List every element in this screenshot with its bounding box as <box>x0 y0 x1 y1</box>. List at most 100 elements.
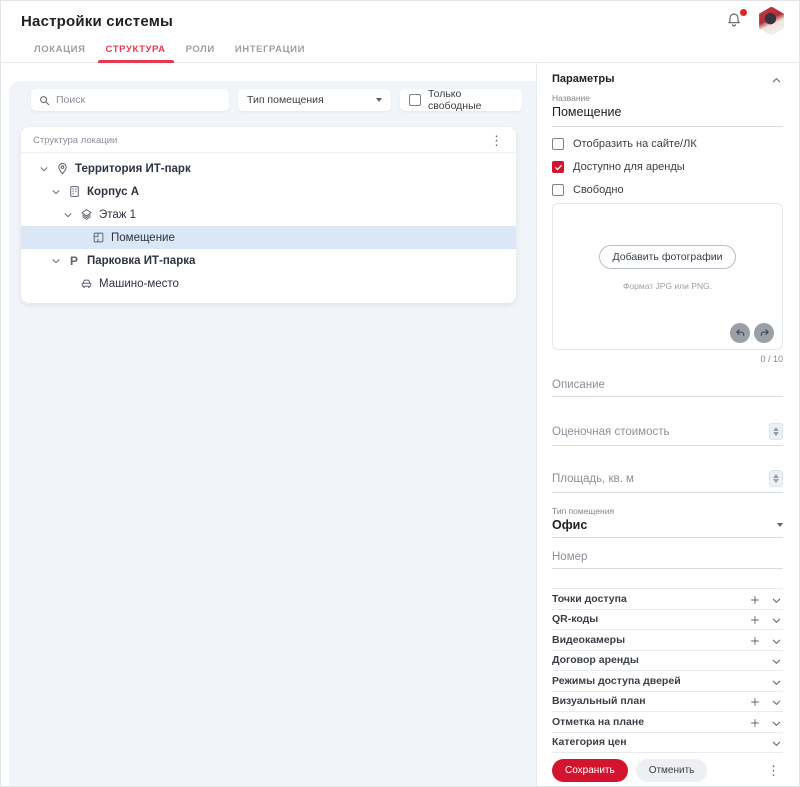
room-type-select[interactable]: Тип помещения Офис <box>552 506 783 538</box>
tree-item-room-selected[interactable]: Помещение <box>21 226 516 249</box>
photo-upload-area[interactable]: Добавить фотографии Формат JPG или PNG. <box>552 203 783 350</box>
room-icon <box>91 231 105 245</box>
number-field <box>552 551 783 569</box>
tab-bar: ЛОКАЦИЯ СТРУКТУРА РОЛИ ИНТЕГРАЦИИ <box>1 41 799 63</box>
add-photos-button[interactable]: Добавить фотографии <box>598 244 737 269</box>
search-input[interactable] <box>56 94 221 106</box>
tree-item-territory[interactable]: Территория ИТ-парк <box>21 157 516 180</box>
tree-item-parking[interactable]: P Парковка ИТ-парка <box>21 249 516 272</box>
actions-kebab-icon[interactable]: ⋮ <box>764 764 783 777</box>
search-icon <box>40 95 50 105</box>
top-header: Настройки системы <box>1 1 799 41</box>
page-title: Настройки системы <box>21 12 174 30</box>
notifications-button[interactable] <box>726 9 747 30</box>
parameters-panel: Параметры Название Отобразить на сайте/Л… <box>536 63 799 786</box>
area-input[interactable] <box>552 472 769 485</box>
name-input[interactable] <box>552 105 783 119</box>
accordion-label: Режимы доступа дверей <box>552 674 681 687</box>
accordion-plan-marker[interactable]: Отметка на плане <box>552 712 783 733</box>
chevron-down-icon[interactable] <box>771 675 783 687</box>
redo-button[interactable] <box>754 323 774 343</box>
chevron-down-icon[interactable] <box>771 654 783 666</box>
tree-menu-kebab-icon[interactable]: ⋮ <box>487 134 506 147</box>
description-input[interactable] <box>552 379 783 391</box>
structure-panel: Тип помещения Только свободные Структура… <box>9 81 536 786</box>
check-icon <box>554 164 562 170</box>
show-on-site-row[interactable]: Отобразить на сайте/ЛК <box>552 138 783 150</box>
tab-location[interactable]: ЛОКАЦИЯ <box>24 44 96 62</box>
chevron-down-icon[interactable] <box>51 185 64 198</box>
undo-icon <box>735 328 744 336</box>
tab-structure[interactable]: СТРУКТУРА <box>96 44 176 63</box>
avatar[interactable] <box>759 6 784 36</box>
tree-item-floor-1[interactable]: Этаж 1 <box>21 203 516 226</box>
only-free-filter[interactable]: Только свободные <box>400 88 522 112</box>
chevron-down-icon[interactable] <box>771 716 783 728</box>
undo-button[interactable] <box>730 323 750 343</box>
free-checkbox[interactable] <box>552 184 564 196</box>
show-on-site-checkbox[interactable] <box>552 138 564 150</box>
available-for-rent-checkbox[interactable] <box>552 161 564 173</box>
chevron-down-icon[interactable] <box>39 162 52 175</box>
number-stepper[interactable] <box>769 470 783 487</box>
accordion-cameras[interactable]: Видеокамеры <box>552 630 783 651</box>
room-type-label: Тип помещения <box>552 506 615 516</box>
tree-header: Структура локации ⋮ <box>21 127 516 153</box>
chevron-down-icon[interactable] <box>63 208 76 221</box>
accordion-access-points[interactable]: Точки доступа <box>552 589 783 610</box>
number-input[interactable] <box>552 551 783 563</box>
tree-item-label: Помещение <box>111 231 175 244</box>
tab-integrations[interactable]: ИНТЕГРАЦИИ <box>225 44 315 62</box>
area-field <box>552 470 783 493</box>
chevron-down-icon[interactable] <box>771 695 783 707</box>
accordion-visual-plan[interactable]: Визуальный план <box>552 692 783 712</box>
tree-item-label: Машино-место <box>99 277 179 290</box>
add-icon[interactable] <box>749 695 761 707</box>
save-button[interactable]: Сохранить <box>552 759 628 782</box>
chevron-down-icon[interactable] <box>771 593 783 605</box>
chevron-down-icon[interactable] <box>771 613 783 625</box>
accordion-label: Категория цен <box>552 736 627 749</box>
tab-roles[interactable]: РОЛИ <box>176 44 225 62</box>
tree-item-building-a[interactable]: Корпус А <box>21 180 516 203</box>
redo-icon <box>760 328 769 336</box>
only-free-label: Только свободные <box>428 88 482 112</box>
structure-section: Тип помещения Только свободные Структура… <box>1 63 536 786</box>
free-row[interactable]: Свободно <box>552 184 783 196</box>
number-stepper[interactable] <box>769 423 783 440</box>
cancel-button[interactable]: Отменить <box>635 759 708 782</box>
estimated-cost-field <box>552 423 783 446</box>
chevron-down-icon[interactable] <box>771 634 783 646</box>
location-pin-icon <box>55 162 69 176</box>
accordion-price-category[interactable]: Категория цен <box>552 733 783 753</box>
chevron-down-icon[interactable] <box>51 254 64 267</box>
chevron-down-icon <box>376 98 382 102</box>
checkbox-label: Свободно <box>573 184 624 196</box>
tree-item-label: Корпус А <box>87 185 140 198</box>
chevron-down-icon[interactable] <box>771 736 783 748</box>
search-input-box[interactable] <box>31 89 229 111</box>
add-icon[interactable] <box>749 593 761 605</box>
name-field-label: Название <box>552 93 590 103</box>
add-icon[interactable] <box>749 716 761 728</box>
form-actions: Сохранить Отменить ⋮ <box>552 759 783 782</box>
parking-icon: P <box>69 253 78 268</box>
tree-item-parking-space[interactable]: Машино-место <box>21 272 516 295</box>
add-icon[interactable] <box>749 634 761 646</box>
tree: Территория ИТ-парк Корпус А Этаж 1 Помещ… <box>21 153 516 295</box>
collapse-chevron-up-icon[interactable] <box>771 73 783 85</box>
system-settings-page: Настройки системы ЛОКАЦИЯ СТРУКТУРА РОЛИ… <box>0 0 800 787</box>
available-for-rent-row[interactable]: Доступно для аренды <box>552 161 783 173</box>
filter-row: Тип помещения Только свободные <box>9 81 536 112</box>
add-icon[interactable] <box>749 613 761 625</box>
checkbox-label: Отобразить на сайте/ЛК <box>573 138 697 150</box>
room-type-filter[interactable]: Тип помещения <box>238 89 391 111</box>
accordion-lease-contract[interactable]: Договор аренды <box>552 651 783 671</box>
accordion-qr-codes[interactable]: QR-коды <box>552 610 783 630</box>
estimated-cost-input[interactable] <box>552 425 769 438</box>
accordion-door-access-modes[interactable]: Режимы доступа дверей <box>552 671 783 692</box>
only-free-checkbox[interactable] <box>409 94 421 106</box>
tree-item-label: Парковка ИТ-парка <box>87 254 196 267</box>
accordion-label: Договор аренды <box>552 654 639 667</box>
accordion-label: QR-коды <box>552 613 599 626</box>
